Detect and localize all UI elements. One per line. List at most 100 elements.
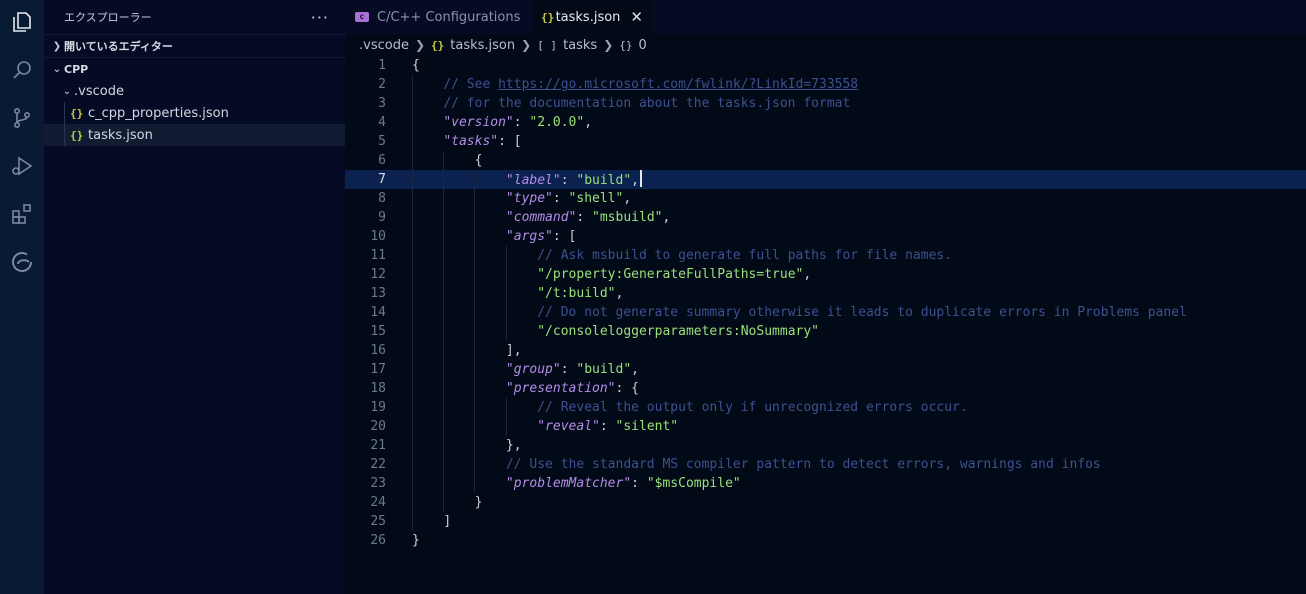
editor-area: C C/C++ Configurations {} tasks.json ✕ .…	[345, 0, 1306, 594]
code-text: // Do not generate summary otherwise it …	[537, 305, 1187, 320]
indent-guide	[412, 75, 413, 531]
tab-bar: C C/C++ Configurations {} tasks.json ✕	[345, 0, 1306, 34]
code-line[interactable]: 22 // Use the standard MS compiler patte…	[345, 455, 1306, 474]
breadcrumb-folder[interactable]: .vscode	[359, 38, 409, 53]
code-line[interactable]: 7 "label": "build",	[345, 170, 1306, 189]
tree-file-label: c_cpp_properties.json	[88, 105, 229, 121]
code-text: "version": "2.0.0",	[443, 115, 593, 130]
code-line[interactable]: 21 },	[345, 436, 1306, 455]
code-line[interactable]: 25 ]	[345, 512, 1306, 531]
activity-bar	[0, 0, 44, 594]
line-number: 11	[370, 248, 386, 263]
tab-tasks-json[interactable]: {} tasks.json ✕	[531, 0, 653, 34]
code-text: "command": "msbuild",	[505, 210, 671, 225]
more-actions-icon[interactable]: ···	[311, 8, 329, 27]
code-text: }	[412, 533, 420, 548]
code-line[interactable]: 4 "version": "2.0.0",	[345, 113, 1306, 132]
source-control-icon[interactable]	[6, 102, 38, 134]
folder-label: CPP	[64, 62, 89, 76]
code-line[interactable]: 12 "/property:GenerateFullPaths=true",	[345, 265, 1306, 284]
code-line[interactable]: 1{	[345, 56, 1306, 75]
folder-section-cpp[interactable]: ⌄ CPP	[44, 58, 345, 80]
line-number: 20	[370, 419, 386, 434]
extensions-icon[interactable]	[6, 198, 38, 230]
indent-guide	[505, 246, 507, 341]
line-number: 12	[370, 267, 386, 282]
code-line[interactable]: 2 // See https://go.microsoft.com/fwlink…	[345, 75, 1306, 94]
code-text: "type": "shell",	[505, 191, 632, 206]
code-text: {	[412, 58, 420, 73]
code-text: "presentation": {	[505, 381, 639, 396]
code-text: // Use the standard MS compiler pattern …	[505, 457, 1101, 472]
tree-folder-vscode[interactable]: ⌄ .vscode	[44, 80, 345, 102]
code-line[interactable]: 6 {	[345, 151, 1306, 170]
code-editor[interactable]: 1{2 // See https://go.microsoft.com/fwli…	[345, 56, 1306, 550]
array-icon: [ ]	[537, 38, 558, 52]
code-text: "args": [	[505, 229, 577, 244]
line-number: 13	[370, 286, 386, 301]
code-line[interactable]: 3 // for the documentation about the tas…	[345, 94, 1306, 113]
tree-file-c-cpp-properties[interactable]: {} c_cpp_properties.json	[44, 102, 345, 124]
code-line[interactable]: 10 "args": [	[345, 227, 1306, 246]
explorer-icon[interactable]	[6, 6, 38, 38]
code-line[interactable]: 11 // Ask msbuild to generate full paths…	[345, 246, 1306, 265]
code-line[interactable]: 19 // Reveal the output only if unrecogn…	[345, 398, 1306, 417]
close-icon[interactable]: ✕	[630, 8, 643, 26]
code-line[interactable]: 17 "group": "build",	[345, 360, 1306, 379]
json-file-icon: {}	[541, 10, 555, 24]
chevron-down-icon: ⌄	[62, 85, 72, 97]
open-editors-label: 開いているエディター	[64, 40, 173, 53]
code-text: {	[474, 153, 483, 168]
search-icon[interactable]	[6, 54, 38, 86]
tab-cpp-configurations[interactable]: C C/C++ Configurations	[345, 0, 531, 34]
json-file-icon: {}	[70, 106, 84, 120]
code-text: "/property:GenerateFullPaths=true",	[537, 267, 812, 282]
line-number: 21	[370, 438, 386, 453]
line-number: 16	[370, 343, 386, 358]
tree-file-tasks[interactable]: {} tasks.json	[44, 124, 345, 146]
edge-devtools-icon[interactable]	[6, 246, 38, 278]
code-line[interactable]: 5 "tasks": [	[345, 132, 1306, 151]
code-text: // See https://go.microsoft.com/fwlink/?…	[443, 77, 859, 92]
code-line[interactable]: 16 ],	[345, 341, 1306, 360]
breadcrumb-file[interactable]: tasks.json	[450, 38, 515, 53]
line-number: 24	[370, 495, 386, 510]
code-text: "reveal": "silent"	[537, 419, 679, 434]
indent-guide	[505, 398, 507, 436]
breadcrumb-object[interactable]: 0	[639, 38, 647, 53]
indent-guide	[64, 124, 65, 146]
code-line[interactable]: 14 // Do not generate summary otherwise …	[345, 303, 1306, 322]
code-text: // Reveal the output only if unrecognize…	[537, 400, 968, 415]
code-line[interactable]: 8 "type": "shell",	[345, 189, 1306, 208]
code-text: // for the documentation about the tasks…	[443, 96, 851, 111]
code-line[interactable]: 24 }	[345, 493, 1306, 512]
indent-guide	[443, 151, 445, 512]
code-line[interactable]: 20 "reveal": "silent"	[345, 417, 1306, 436]
tab-label: tasks.json	[555, 9, 621, 25]
run-debug-icon[interactable]	[6, 150, 38, 182]
line-number: 1	[378, 58, 386, 73]
line-number: 17	[370, 362, 386, 377]
code-text: }	[474, 495, 483, 510]
chevron-down-icon: ⌄	[52, 63, 62, 75]
code-line[interactable]: 9 "command": "msbuild",	[345, 208, 1306, 227]
code-line[interactable]: 13 "/t:build",	[345, 284, 1306, 303]
explorer-header: エクスプローラー ···	[44, 0, 345, 34]
code-text: "problemMatcher": "$msCompile"	[505, 476, 741, 491]
code-text: ]	[443, 514, 452, 529]
code-text: },	[505, 438, 522, 453]
explorer-sidebar: エクスプローラー ··· ❯ 開いているエディター ⌄ CPP ⌄ .vscod…	[44, 0, 345, 594]
line-number: 26	[370, 533, 386, 548]
line-number: 9	[378, 210, 386, 225]
line-number: 4	[378, 115, 386, 130]
code-line[interactable]: 18 "presentation": {	[345, 379, 1306, 398]
breadcrumb-array[interactable]: tasks	[563, 38, 597, 53]
line-number: 2	[378, 77, 386, 92]
code-line[interactable]: 15 "/consoleloggerparameters:NoSummary"	[345, 322, 1306, 341]
object-icon: {}	[619, 38, 633, 52]
breadcrumb: .vscode ❯ {} tasks.json ❯ [ ] tasks ❯ {}…	[345, 34, 1306, 56]
tab-label: C/C++ Configurations	[377, 9, 521, 25]
code-line[interactable]: 23 "problemMatcher": "$msCompile"	[345, 474, 1306, 493]
open-editors-section[interactable]: ❯ 開いているエディター	[44, 34, 345, 58]
code-line[interactable]: 26}	[345, 531, 1306, 550]
